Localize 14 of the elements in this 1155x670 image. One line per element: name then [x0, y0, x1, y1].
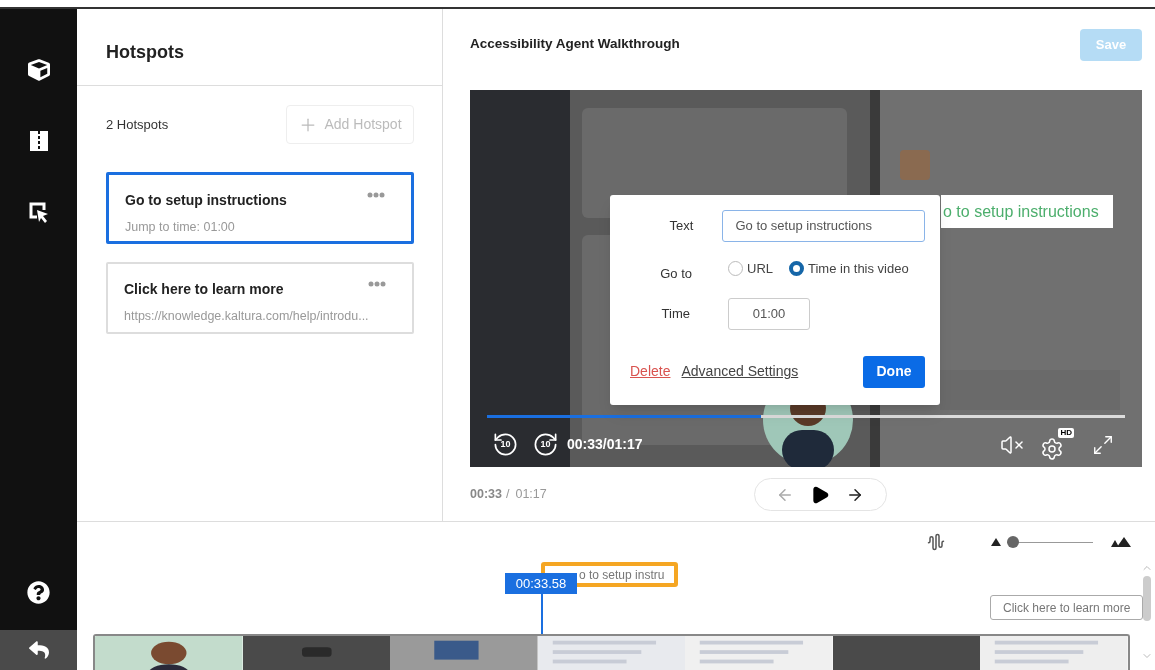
video-title: Accessibility Agent Walkthrough: [470, 35, 680, 54]
player-time: 00:33/01:17: [567, 435, 643, 454]
current-time: 00:33: [470, 486, 502, 504]
hotspot-count: 2 Hotspots: [106, 115, 169, 134]
panel-title: Hotspots: [106, 42, 184, 62]
hotspot-title: Go to setup instructions: [125, 191, 288, 210]
goto-label: Go to: [659, 265, 693, 283]
duration: 01:17: [515, 486, 547, 504]
time-label: Time: [660, 304, 691, 323]
hotspot-subtitle: Jump to time: 01:00: [125, 219, 236, 236]
hotspot-title: Click here to learn more: [124, 280, 285, 299]
time-separator: /: [506, 486, 510, 504]
text-label: Text: [668, 217, 695, 236]
hotspot-subtitle: https://knowledge.kaltura.com/help/introdu...: [124, 308, 370, 325]
